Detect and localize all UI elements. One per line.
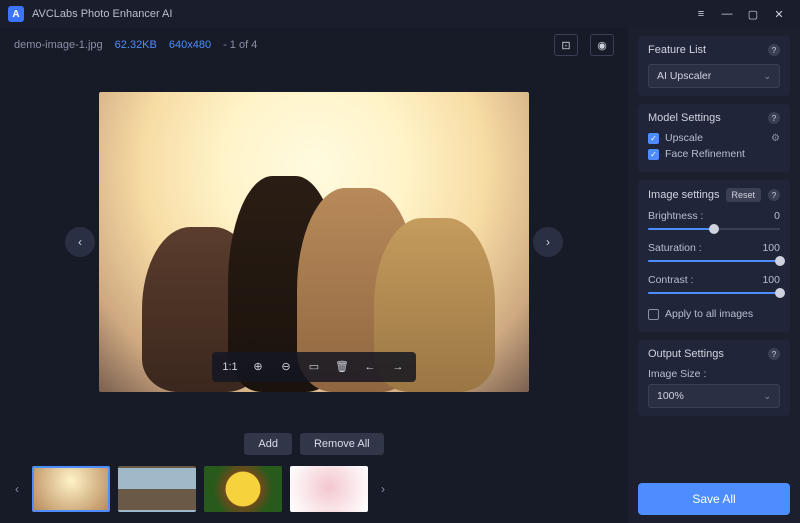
image-settings-title: Image settings — [648, 189, 720, 201]
redo-icon[interactable]: → — [386, 356, 410, 378]
brightness-slider[interactable] — [648, 222, 780, 236]
apply-all-checkbox[interactable] — [648, 309, 659, 320]
add-button[interactable]: Add — [244, 433, 292, 455]
zoom-in-icon[interactable]: ⊕ — [246, 356, 270, 378]
save-all-button[interactable]: Save All — [638, 483, 790, 515]
thumb-prev-button[interactable]: ‹ — [10, 469, 24, 509]
saturation-label: Saturation : — [648, 242, 702, 254]
filesize: 62.32KB — [115, 39, 157, 51]
titlebar: A AVCLabs Photo Enhancer AI ≡ — ▢ ✕ — [0, 0, 800, 28]
chevron-down-icon: ⌄ — [763, 71, 771, 82]
feature-select-value: AI Upscaler — [657, 70, 711, 82]
face-refinement-label: Face Refinement — [665, 148, 745, 160]
model-help-icon[interactable]: ? — [768, 112, 780, 124]
dimensions: 640x480 — [169, 39, 211, 51]
menu-icon[interactable]: ≡ — [688, 4, 714, 24]
model-settings-panel: Model Settings? ✓ Upscale ⚙ ✓ Face Refin… — [638, 104, 790, 172]
zoom-out-icon[interactable]: ⊖ — [274, 356, 298, 378]
side-panel: Feature List? AI Upscaler ⌄ Model Settin… — [628, 28, 800, 523]
prev-image-button[interactable]: ‹ — [65, 227, 95, 257]
face-refinement-checkbox[interactable]: ✓ — [648, 149, 659, 160]
chevron-down-icon: ⌄ — [763, 391, 771, 402]
saturation-slider[interactable] — [648, 254, 780, 268]
body: demo-image-1.jpg 62.32KB 640x480 - 1 of … — [0, 28, 800, 523]
image-size-label: Image Size : — [648, 368, 780, 380]
image-settings-help-icon[interactable]: ? — [768, 189, 780, 201]
upscale-settings-icon[interactable]: ⚙ — [771, 133, 780, 144]
model-settings-title: Model Settings — [648, 112, 721, 124]
upscale-label: Upscale — [665, 132, 703, 144]
app-logo-icon: A — [8, 6, 24, 22]
remove-all-button[interactable]: Remove All — [300, 433, 384, 455]
saturation-value: 100 — [762, 242, 780, 254]
contrast-slider[interactable] — [648, 286, 780, 300]
feature-help-icon[interactable]: ? — [768, 44, 780, 56]
stage: ‹ 1:1 ⊕ ⊖ ▭ 🗑 ← → › — [4, 58, 624, 425]
thumb-next-button[interactable]: › — [376, 469, 390, 509]
delete-icon[interactable]: 🗑 — [330, 356, 354, 378]
image-size-select[interactable]: 100% ⌄ — [648, 384, 780, 408]
thumbnail-strip: ‹ › — [4, 461, 624, 517]
contrast-label: Contrast : — [648, 274, 694, 286]
preview-icon[interactable]: ◉ — [590, 34, 614, 56]
thumbnail-1[interactable] — [32, 466, 110, 512]
thumbnail-4[interactable] — [290, 466, 368, 512]
maximize-button[interactable]: ▢ — [740, 4, 766, 24]
image-settings-panel: Image settings Reset ? Brightness : 0 Sat… — [638, 180, 790, 332]
reset-button[interactable]: Reset — [726, 188, 762, 202]
feature-list-title: Feature List — [648, 44, 706, 56]
thumbnail-3[interactable] — [204, 466, 282, 512]
upscale-checkbox[interactable]: ✓ — [648, 133, 659, 144]
contrast-value: 100 — [762, 274, 780, 286]
brightness-value: 0 — [774, 210, 780, 222]
feature-list-panel: Feature List? AI Upscaler ⌄ — [638, 36, 790, 96]
app-title: AVCLabs Photo Enhancer AI — [32, 8, 172, 20]
output-settings-panel: Output Settings? Image Size : 100% ⌄ — [638, 340, 790, 416]
main-area: demo-image-1.jpg 62.32KB 640x480 - 1 of … — [0, 28, 628, 523]
brightness-label: Brightness : — [648, 210, 703, 222]
image-counter: - 1 of 4 — [223, 39, 257, 51]
undo-icon[interactable]: ← — [358, 356, 382, 378]
filename: demo-image-1.jpg — [14, 39, 103, 51]
close-button[interactable]: ✕ — [766, 4, 792, 24]
feature-select[interactable]: AI Upscaler ⌄ — [648, 64, 780, 88]
image-canvas[interactable]: 1:1 ⊕ ⊖ ▭ 🗑 ← → — [99, 92, 529, 392]
minimize-button[interactable]: — — [714, 4, 740, 24]
apply-all-label: Apply to all images — [665, 308, 753, 320]
next-image-button[interactable]: › — [533, 227, 563, 257]
thumbnail-2[interactable] — [118, 466, 196, 512]
info-bar: demo-image-1.jpg 62.32KB 640x480 - 1 of … — [4, 32, 624, 58]
fit-icon[interactable]: ▭ — [302, 356, 326, 378]
stage-toolbar: 1:1 ⊕ ⊖ ▭ 🗑 ← → — [212, 352, 416, 382]
ratio-button[interactable]: 1:1 — [218, 356, 242, 378]
output-help-icon[interactable]: ? — [768, 348, 780, 360]
output-settings-title: Output Settings — [648, 348, 724, 360]
thumbnail-actions: Add Remove All — [4, 425, 624, 461]
crop-icon[interactable]: ⊡ — [554, 34, 578, 56]
app-window: A AVCLabs Photo Enhancer AI ≡ — ▢ ✕ demo… — [0, 0, 800, 523]
image-size-value: 100% — [657, 390, 684, 402]
